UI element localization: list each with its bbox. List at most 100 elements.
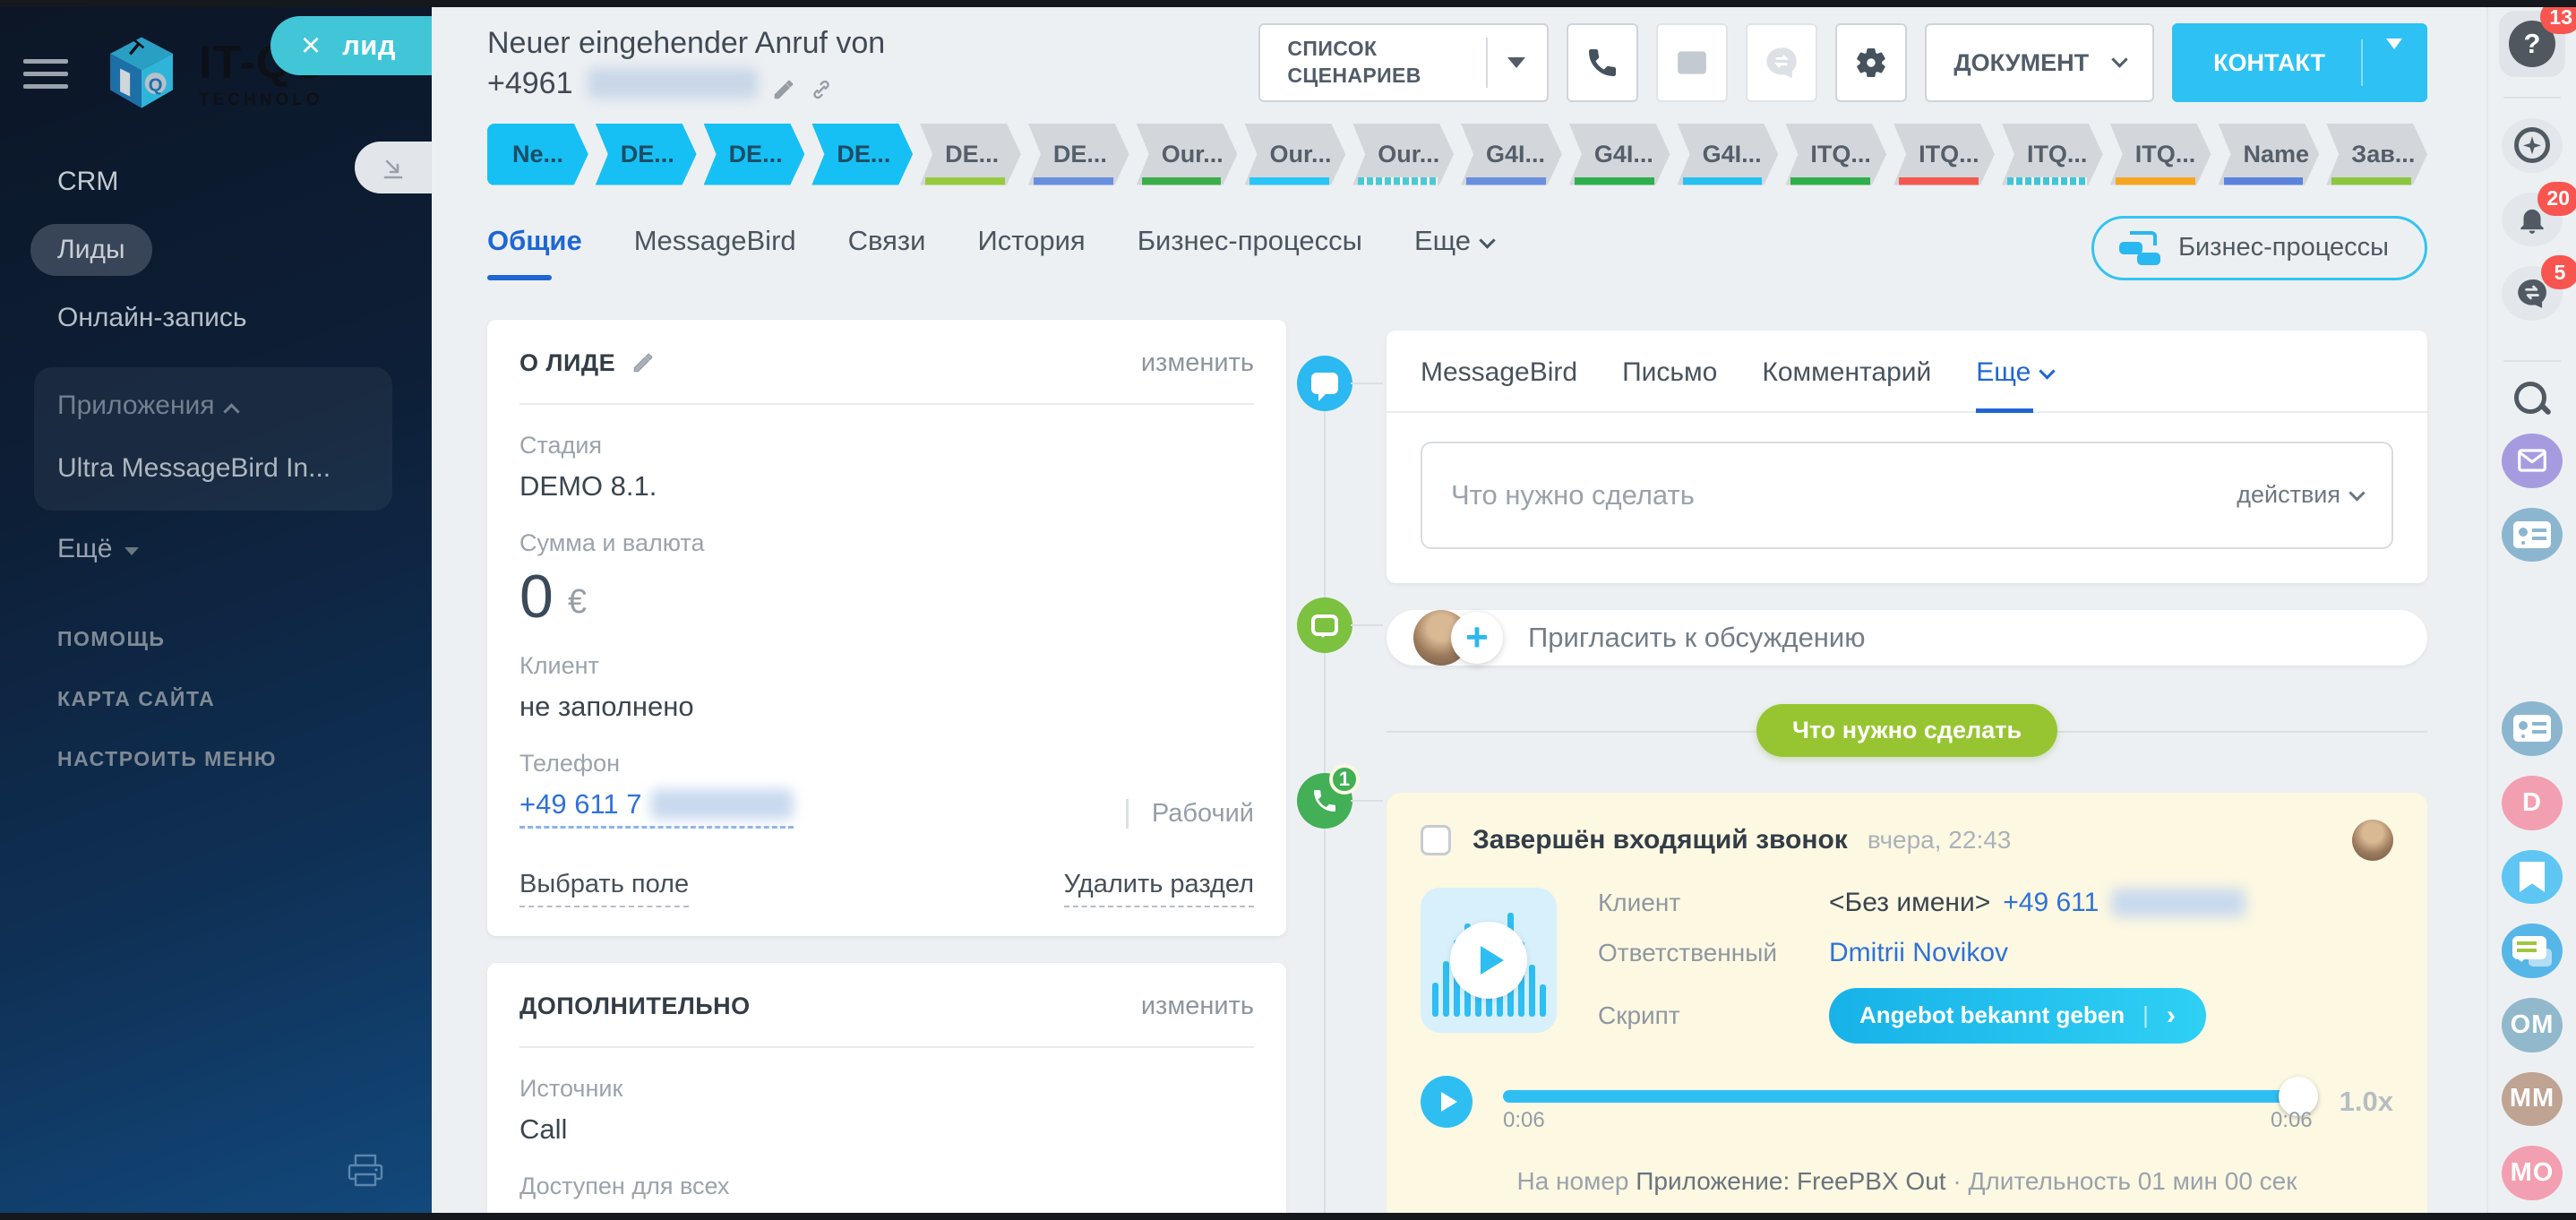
tab-business-processes[interactable]: Бизнес-процессы bbox=[1138, 225, 1362, 280]
stage-chip[interactable]: G4I... bbox=[1569, 124, 1670, 185]
mail-rail-button[interactable] bbox=[2502, 434, 2563, 488]
call-entry-title[interactable]: Завершён входящий звонок bbox=[1473, 825, 1848, 855]
messenger-button[interactable]: 5 bbox=[2502, 266, 2563, 321]
edit-section-link[interactable]: изменить bbox=[1141, 992, 1254, 1021]
tab-general[interactable]: Общие bbox=[487, 225, 582, 280]
sidebar-sitemap-link[interactable]: КАРТА САЙТА bbox=[57, 687, 215, 711]
scenario-list-button[interactable]: СПИСОК СЦЕНАРИЕВ bbox=[1258, 23, 1549, 102]
close-icon[interactable]: × bbox=[301, 29, 321, 63]
copy-link-icon[interactable] bbox=[810, 72, 833, 95]
notifications-button[interactable]: 20 bbox=[2502, 193, 2563, 247]
document-button[interactable]: ДОКУМЕНТ bbox=[1925, 23, 2154, 102]
stage-chip[interactable]: Name bbox=[2219, 124, 2320, 185]
contact-card-button[interactable] bbox=[2502, 508, 2563, 563]
comment-bubble-icon[interactable] bbox=[1297, 356, 1352, 411]
add-participant-button[interactable]: + bbox=[1451, 612, 1503, 664]
delete-section-link[interactable]: Удалить раздел bbox=[1064, 870, 1254, 907]
composer-tab-letter[interactable]: Письмо bbox=[1622, 357, 1717, 411]
sidebar-item-more[interactable]: Ещё bbox=[57, 534, 139, 564]
field-source-value[interactable]: Call bbox=[519, 1113, 1254, 1146]
call-entry-checkbox[interactable] bbox=[1421, 825, 1451, 855]
stage-chip[interactable]: ITQ... bbox=[1785, 124, 1886, 185]
contact-button[interactable]: КОНТАКТ bbox=[2172, 23, 2427, 102]
bookmark-button[interactable] bbox=[2502, 850, 2563, 905]
lead-entity-chip[interactable]: × лид bbox=[270, 16, 432, 75]
composer-tab-comment[interactable]: Комментарий bbox=[1762, 357, 1931, 411]
contact-dropdown[interactable] bbox=[2363, 49, 2426, 77]
dropdown-triangle-icon[interactable] bbox=[1507, 57, 1525, 68]
stage-chip[interactable]: Our... bbox=[1244, 124, 1345, 185]
settings-button[interactable] bbox=[1835, 23, 1907, 102]
todo-input[interactable]: Что нужно сделать действия bbox=[1421, 442, 2393, 549]
sidebar-collapse-button[interactable] bbox=[355, 142, 432, 193]
discussion-bubble-icon[interactable] bbox=[1297, 597, 1352, 653]
call-recording-thumbnail[interactable] bbox=[1421, 888, 1557, 1033]
tab-history[interactable]: История bbox=[977, 225, 1085, 280]
stage-chip[interactable]: ITQ... bbox=[2110, 124, 2211, 185]
stage-chip[interactable]: Ne... bbox=[487, 124, 588, 185]
responsible-user-link[interactable]: Dmitrii Novikov bbox=[1829, 938, 2008, 968]
invite-discussion-row[interactable]: + Пригласить к обсуждению bbox=[1387, 610, 2427, 666]
stage-color-bar bbox=[1466, 177, 1546, 185]
call-entry-card: Завершён входящий звонок вчера, 22:43 bbox=[1387, 793, 2427, 1220]
stage-chip[interactable]: ITQ... bbox=[1893, 124, 1995, 185]
field-stage-value[interactable]: DEMO 8.1. bbox=[519, 470, 1254, 503]
chat-button[interactable] bbox=[1746, 23, 1817, 102]
phone-number-link[interactable]: +49 611 7 bbox=[519, 788, 794, 829]
script-button[interactable]: Angebot bekannt geben | › bbox=[1829, 988, 2206, 1044]
call-button[interactable] bbox=[1567, 23, 1638, 102]
stage-chip[interactable]: DE... bbox=[704, 124, 805, 185]
contact-card-button-2[interactable] bbox=[2502, 701, 2563, 756]
search-button[interactable] bbox=[2514, 382, 2550, 414]
composer-tab-more[interactable]: Еще bbox=[1976, 357, 2053, 411]
avatar-d[interactable]: D bbox=[2502, 776, 2563, 830]
tab-more[interactable]: Еще bbox=[1414, 225, 1493, 280]
edit-pencil-icon[interactable] bbox=[772, 72, 795, 95]
field-amount-value[interactable]: 0 € bbox=[519, 568, 1254, 626]
amount-number: 0 bbox=[519, 568, 554, 626]
edit-section-link[interactable]: изменить bbox=[1141, 348, 1254, 378]
composer-tab-messagebird[interactable]: MessageBird bbox=[1421, 357, 1577, 411]
player-speed-toggle[interactable]: 1.0x bbox=[2340, 1086, 2393, 1118]
stage-chip[interactable]: DE... bbox=[920, 124, 1021, 185]
stage-chip[interactable]: DE... bbox=[596, 124, 697, 185]
tab-relations[interactable]: Связи bbox=[848, 225, 926, 280]
avatar-mo[interactable]: MO bbox=[2502, 1146, 2563, 1200]
stage-chip[interactable]: Зав... bbox=[2326, 124, 2427, 185]
stage-chip[interactable]: DE... bbox=[1028, 124, 1129, 185]
sidebar-help-link[interactable]: ПОМОЩЬ bbox=[57, 627, 165, 651]
responsible-avatar[interactable] bbox=[2352, 820, 2393, 861]
sidebar-item-ultra-messagebird[interactable]: Ultra MessageBird In... bbox=[57, 453, 331, 484]
sidebar-item-apps[interactable]: Приложения bbox=[57, 391, 237, 421]
play-overlay-button[interactable] bbox=[1450, 922, 1527, 999]
copilot-rail-button[interactable] bbox=[2502, 118, 2563, 173]
player-progress-track[interactable] bbox=[1503, 1090, 2313, 1103]
sidebar-item-online-booking[interactable]: Онлайн-запись bbox=[57, 303, 246, 333]
stage-chip[interactable]: ITQ... bbox=[2002, 124, 2103, 185]
hamburger-menu-icon[interactable] bbox=[23, 59, 70, 89]
stage-chip[interactable]: Our... bbox=[1137, 124, 1238, 185]
avatar-mm[interactable]: MM bbox=[2502, 1072, 2563, 1127]
edit-pencil-icon[interactable] bbox=[631, 351, 655, 374]
actions-dropdown[interactable]: действия bbox=[2237, 481, 2363, 509]
tab-messagebird[interactable]: MessageBird bbox=[634, 225, 796, 280]
call-client-phone-link[interactable]: +49 611 bbox=[2003, 888, 2099, 918]
todo-pill-button[interactable]: Что нужно сделать bbox=[1756, 704, 2057, 757]
stage-chip[interactable]: Our... bbox=[1352, 124, 1454, 185]
field-client-value[interactable]: не заполнено bbox=[519, 691, 1254, 723]
incoming-call-icon[interactable]: 1 bbox=[1297, 773, 1352, 829]
stage-chip[interactable]: G4I... bbox=[1461, 124, 1562, 185]
player-play-button[interactable] bbox=[1421, 1076, 1473, 1128]
help-button[interactable]: 13 ? bbox=[2499, 11, 2565, 77]
select-field-link[interactable]: Выбрать поле bbox=[519, 870, 689, 907]
avatar-om[interactable]: OM bbox=[2502, 998, 2563, 1052]
sidebar-configure-menu-link[interactable]: НАСТРОИТЬ МЕНЮ bbox=[57, 747, 277, 771]
sidebar-item-crm[interactable]: CRM bbox=[57, 167, 118, 197]
business-processes-button[interactable]: Бизнес-процессы bbox=[2091, 216, 2427, 280]
stage-chip[interactable]: DE... bbox=[811, 124, 913, 185]
stage-chip[interactable]: G4I... bbox=[1678, 124, 1779, 185]
email-button[interactable] bbox=[1656, 23, 1728, 102]
chat-widget-button[interactable] bbox=[2502, 924, 2563, 978]
printer-icon[interactable] bbox=[346, 1152, 385, 1188]
sidebar-item-leads[interactable]: Лиды bbox=[30, 224, 152, 276]
